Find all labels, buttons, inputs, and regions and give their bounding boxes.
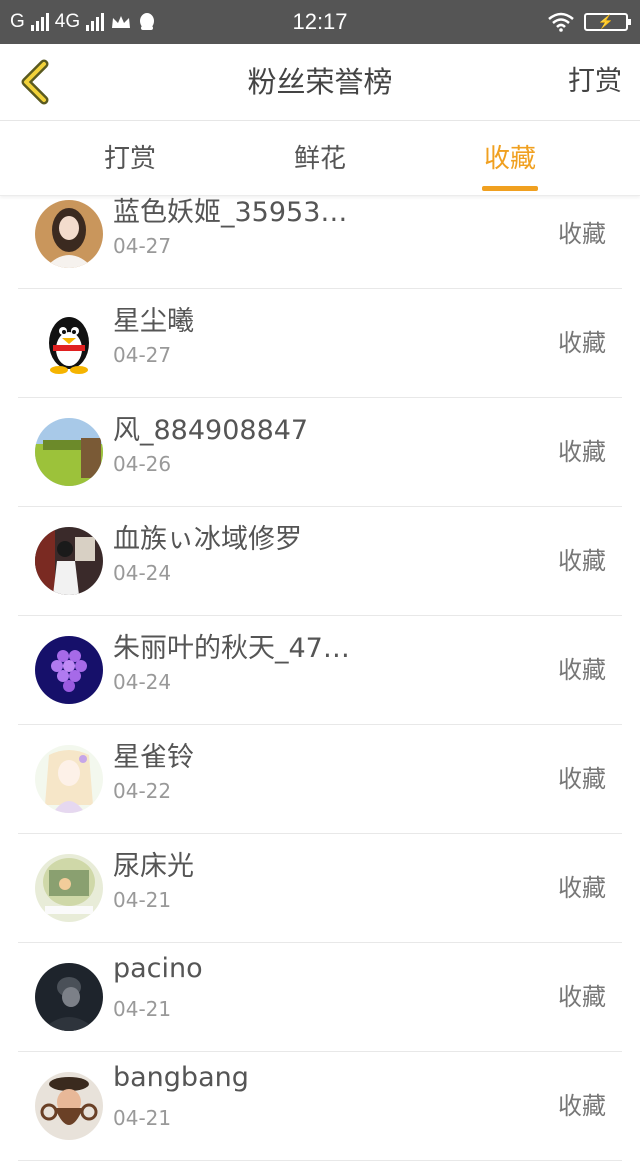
fan-name: 尿床光 (113, 851, 194, 882)
avatar (35, 200, 103, 268)
list-item[interactable]: 血族ぃ冰域修罗 04-24 收藏 (18, 507, 622, 616)
list-item[interactable]: 星尘曦 04-27 收藏 (18, 289, 622, 398)
list-item[interactable]: 星雀铃 04-22 收藏 (18, 725, 622, 834)
active-tab-indicator (482, 186, 538, 191)
avatar (35, 527, 103, 595)
battery-icon: ⚡ (584, 13, 631, 31)
avatar (35, 1072, 103, 1140)
fan-name: bangbang (113, 1062, 249, 1093)
fan-name: pacino (113, 953, 203, 984)
fan-name: 血族ぃ冰域修罗 (113, 524, 302, 555)
avatar (35, 745, 103, 813)
tab-bar: 打赏 鲜花 收藏 (0, 121, 640, 196)
status-time: 12:17 (292, 9, 348, 34)
avatar (35, 418, 103, 486)
fan-action: 收藏 (558, 983, 606, 1011)
tab-favorites[interactable]: 收藏 (430, 121, 590, 195)
avatar (35, 309, 103, 377)
fan-name: 朱丽叶的秋天_47… (113, 633, 350, 664)
list-item[interactable]: 朱丽叶的秋天_47… 04-24 收藏 (18, 616, 622, 725)
fan-action: 收藏 (558, 438, 606, 466)
fan-date: 04-21 (113, 888, 172, 912)
list-item[interactable]: 尿床光 04-21 收藏 (18, 834, 622, 943)
wifi-icon (548, 12, 574, 32)
tab-flowers[interactable]: 鲜花 (240, 121, 400, 195)
fan-action: 收藏 (558, 765, 606, 793)
list-item[interactable]: 蓝色妖姬_35953… 04-27 收藏 (18, 180, 622, 289)
fan-action: 收藏 (558, 1092, 606, 1120)
avatar (35, 854, 103, 922)
fan-action: 收藏 (558, 547, 606, 575)
fan-date: 04-24 (113, 561, 172, 585)
fan-date: 04-21 (113, 997, 172, 1021)
fan-date: 04-27 (113, 343, 172, 367)
avatar (35, 636, 103, 704)
fan-action: 收藏 (558, 874, 606, 902)
fan-date: 04-21 (113, 1106, 172, 1130)
status-bar-right: ⚡ (548, 0, 631, 44)
list-item[interactable]: 风_884908847 04-26 收藏 (18, 398, 622, 507)
status-bar: G 4G 12:17 ⚡ (0, 0, 640, 44)
fan-name: 风_884908847 (113, 415, 309, 446)
tab-favorites-label: 收藏 (483, 144, 536, 174)
fan-name: 星尘曦 (113, 306, 194, 337)
fan-date: 04-24 (113, 670, 172, 694)
list-item[interactable]: bangbang 04-21 收藏 (18, 1052, 622, 1161)
avatar (35, 963, 103, 1031)
tip-button[interactable]: 打赏 (568, 44, 622, 120)
fan-date: 04-27 (113, 234, 172, 258)
fan-action: 收藏 (558, 656, 606, 684)
list-item[interactable]: pacino 04-21 收藏 (18, 943, 622, 1052)
fan-action: 收藏 (558, 220, 606, 248)
page-title: 粉丝荣誉榜 (247, 65, 393, 99)
fan-list: 蓝色妖姬_35953… 04-27 收藏 星尘曦 04-27 收藏 风_8849… (0, 180, 640, 1161)
fan-date: 04-22 (113, 779, 172, 803)
top-nav-bar: 粉丝荣誉榜 打赏 (0, 44, 640, 121)
fan-date: 04-26 (113, 452, 172, 476)
tab-tip[interactable]: 打赏 (50, 121, 210, 195)
fan-name: 星雀铃 (113, 742, 194, 773)
fan-action: 收藏 (558, 329, 606, 357)
